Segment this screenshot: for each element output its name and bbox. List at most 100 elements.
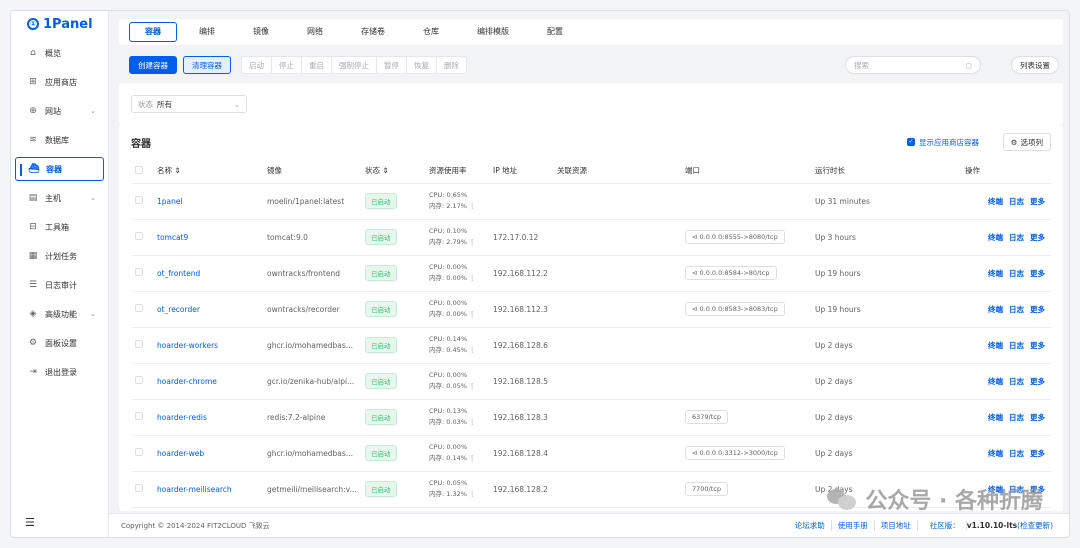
container-name-link[interactable]: hoarder-workers	[157, 341, 218, 350]
tab[interactable]: 网络	[291, 22, 339, 42]
more-stats-icon[interactable]: ⋮	[469, 238, 476, 246]
container-name-link[interactable]: hoarder-chrome	[157, 377, 217, 386]
batch-action-button[interactable]: 停止	[272, 57, 302, 73]
sidebar-item[interactable]: ☰ 日志审计	[15, 273, 104, 297]
create-container-button[interactable]: 创建容器	[129, 56, 177, 74]
container-name-link[interactable]: ot_frontend	[157, 269, 200, 278]
row-checkbox[interactable]	[135, 232, 143, 240]
batch-action-button[interactable]: 强制停止	[332, 57, 377, 73]
footer-link-forum[interactable]: 论坛求助	[789, 520, 832, 531]
port-tag[interactable]: 7700/tcp	[685, 482, 728, 496]
log-link[interactable]: 日志	[1009, 305, 1024, 314]
more-stats-icon[interactable]: ⋮	[469, 310, 476, 318]
more-link[interactable]: 更多	[1030, 377, 1045, 386]
log-link[interactable]: 日志	[1009, 377, 1024, 386]
batch-action-button[interactable]: 暂停	[377, 57, 407, 73]
search-input[interactable]: 搜索 ○	[845, 56, 981, 74]
row-checkbox[interactable]	[135, 304, 143, 312]
more-stats-icon[interactable]: ⋮	[469, 382, 476, 390]
more-link[interactable]: 更多	[1030, 233, 1045, 242]
more-stats-icon[interactable]: ⋮	[469, 202, 476, 210]
sidebar-item[interactable]: ⚙ 面板设置	[15, 331, 104, 355]
more-stats-icon[interactable]: ⋮	[469, 418, 476, 426]
column-header[interactable]: 名称 ⇕	[153, 159, 263, 184]
port-tag[interactable]: ⊲ 0.0.0.0:8583->8083/tcp	[685, 302, 785, 316]
show-app-containers-checkbox[interactable]: ✓ 显示应用商店容器	[907, 137, 979, 148]
more-link[interactable]: 更多	[1030, 413, 1045, 422]
column-header[interactable]: 状态 ⇕	[361, 159, 425, 184]
tab[interactable]: 配置	[531, 22, 579, 42]
check-update-link[interactable]: (检查更新)	[1017, 521, 1053, 530]
sidebar-item[interactable]: ≋ 数据库	[15, 128, 104, 152]
terminal-link[interactable]: 终端	[988, 269, 1003, 278]
sidebar-item[interactable]: ⊟ 工具箱	[15, 215, 104, 239]
port-tag[interactable]: ⊲ 0.0.0.0:8555->8080/tcp	[685, 230, 785, 244]
row-checkbox[interactable]	[135, 196, 143, 204]
terminal-link[interactable]: 终端	[988, 413, 1003, 422]
container-name-link[interactable]: tomcat9	[157, 233, 188, 242]
select-columns-button[interactable]: ⚙ 选项列	[1002, 133, 1051, 151]
more-stats-icon[interactable]: ⋮	[469, 346, 476, 354]
more-link[interactable]: 更多	[1030, 269, 1045, 278]
terminal-link[interactable]: 终端	[988, 305, 1003, 314]
terminal-link[interactable]: 终端	[988, 197, 1003, 206]
sidebar-item[interactable]: ▦ 计划任务	[15, 244, 104, 268]
row-checkbox[interactable]	[135, 412, 143, 420]
more-stats-icon[interactable]: ⋮	[469, 274, 476, 282]
container-name-link[interactable]: hoarder-meilisearch	[157, 485, 232, 494]
tab[interactable]: 镜像	[237, 22, 285, 42]
log-link[interactable]: 日志	[1009, 197, 1024, 206]
port-tag[interactable]: 6379/tcp	[685, 410, 728, 424]
select-all-checkbox[interactable]	[135, 165, 143, 174]
more-link[interactable]: 更多	[1030, 305, 1045, 314]
container-name-link[interactable]: hoarder-web	[157, 449, 204, 458]
container-name-link[interactable]: 1panel	[157, 197, 183, 206]
more-link[interactable]: 更多	[1030, 341, 1045, 350]
log-link[interactable]: 日志	[1009, 449, 1024, 458]
list-settings-button[interactable]: 列表设置	[1011, 56, 1059, 74]
footer-link-project[interactable]: 项目地址	[875, 520, 918, 531]
port-tag[interactable]: ⊲ 0.0.0.0:3312->3000/tcp	[685, 446, 785, 460]
row-checkbox[interactable]	[135, 448, 143, 456]
footer-link-docs[interactable]: 使用手册	[832, 520, 875, 531]
sidebar-item[interactable]: ⇥ 退出登录	[15, 360, 104, 384]
log-link[interactable]: 日志	[1009, 341, 1024, 350]
terminal-link[interactable]: 终端	[988, 341, 1003, 350]
more-stats-icon[interactable]: ⋮	[469, 454, 476, 462]
status-filter-select[interactable]: 状态 所有 ⌄	[131, 95, 247, 113]
terminal-link[interactable]: 终端	[988, 449, 1003, 458]
batch-action-button[interactable]: 启动	[242, 57, 272, 73]
row-checkbox[interactable]	[135, 340, 143, 348]
tab[interactable]: 编排模版	[461, 22, 525, 42]
sidebar-item[interactable]: ⊞ 应用商店	[15, 70, 104, 94]
log-link[interactable]: 日志	[1009, 233, 1024, 242]
tab[interactable]: 存储卷	[345, 22, 401, 42]
collapse-menu-icon[interactable]: ☰	[25, 516, 35, 529]
tab[interactable]: 编排	[183, 22, 231, 42]
clean-container-button[interactable]: 清理容器	[183, 56, 231, 74]
more-link[interactable]: 更多	[1030, 449, 1045, 458]
sidebar-item[interactable]: ⊕ 网站 ⌄	[15, 99, 104, 123]
terminal-link[interactable]: 终端	[988, 233, 1003, 242]
row-checkbox[interactable]	[135, 484, 143, 492]
batch-action-button[interactable]: 重启	[302, 57, 332, 73]
row-checkbox[interactable]	[135, 376, 143, 384]
sidebar-item[interactable]: ▤ 主机 ⌄	[15, 186, 104, 210]
more-link[interactable]: 更多	[1030, 197, 1045, 206]
sidebar-item[interactable]: ⛴ 容器	[15, 157, 104, 181]
batch-action-button[interactable]: 恢复	[407, 57, 437, 73]
log-link[interactable]: 日志	[1009, 413, 1024, 422]
sidebar-item[interactable]: ⌂ 概览	[15, 41, 104, 65]
app-logo[interactable]: ① 1Panel	[11, 11, 108, 37]
tab[interactable]: 容器	[129, 22, 177, 42]
terminal-link[interactable]: 终端	[988, 377, 1003, 386]
container-name-link[interactable]: ot_recorder	[157, 305, 200, 314]
log-link[interactable]: 日志	[1009, 269, 1024, 278]
tab[interactable]: 仓库	[407, 22, 455, 42]
more-stats-icon[interactable]: ⋮	[469, 490, 476, 498]
batch-action-button[interactable]: 删除	[437, 57, 466, 73]
row-checkbox[interactable]	[135, 268, 143, 276]
container-name-link[interactable]: hoarder-redis	[157, 413, 207, 422]
sidebar-item[interactable]: ◈ 高级功能 ⌄	[15, 302, 104, 326]
port-tag[interactable]: ⊲ 0.0.0.0:8584->80/tcp	[685, 266, 777, 280]
